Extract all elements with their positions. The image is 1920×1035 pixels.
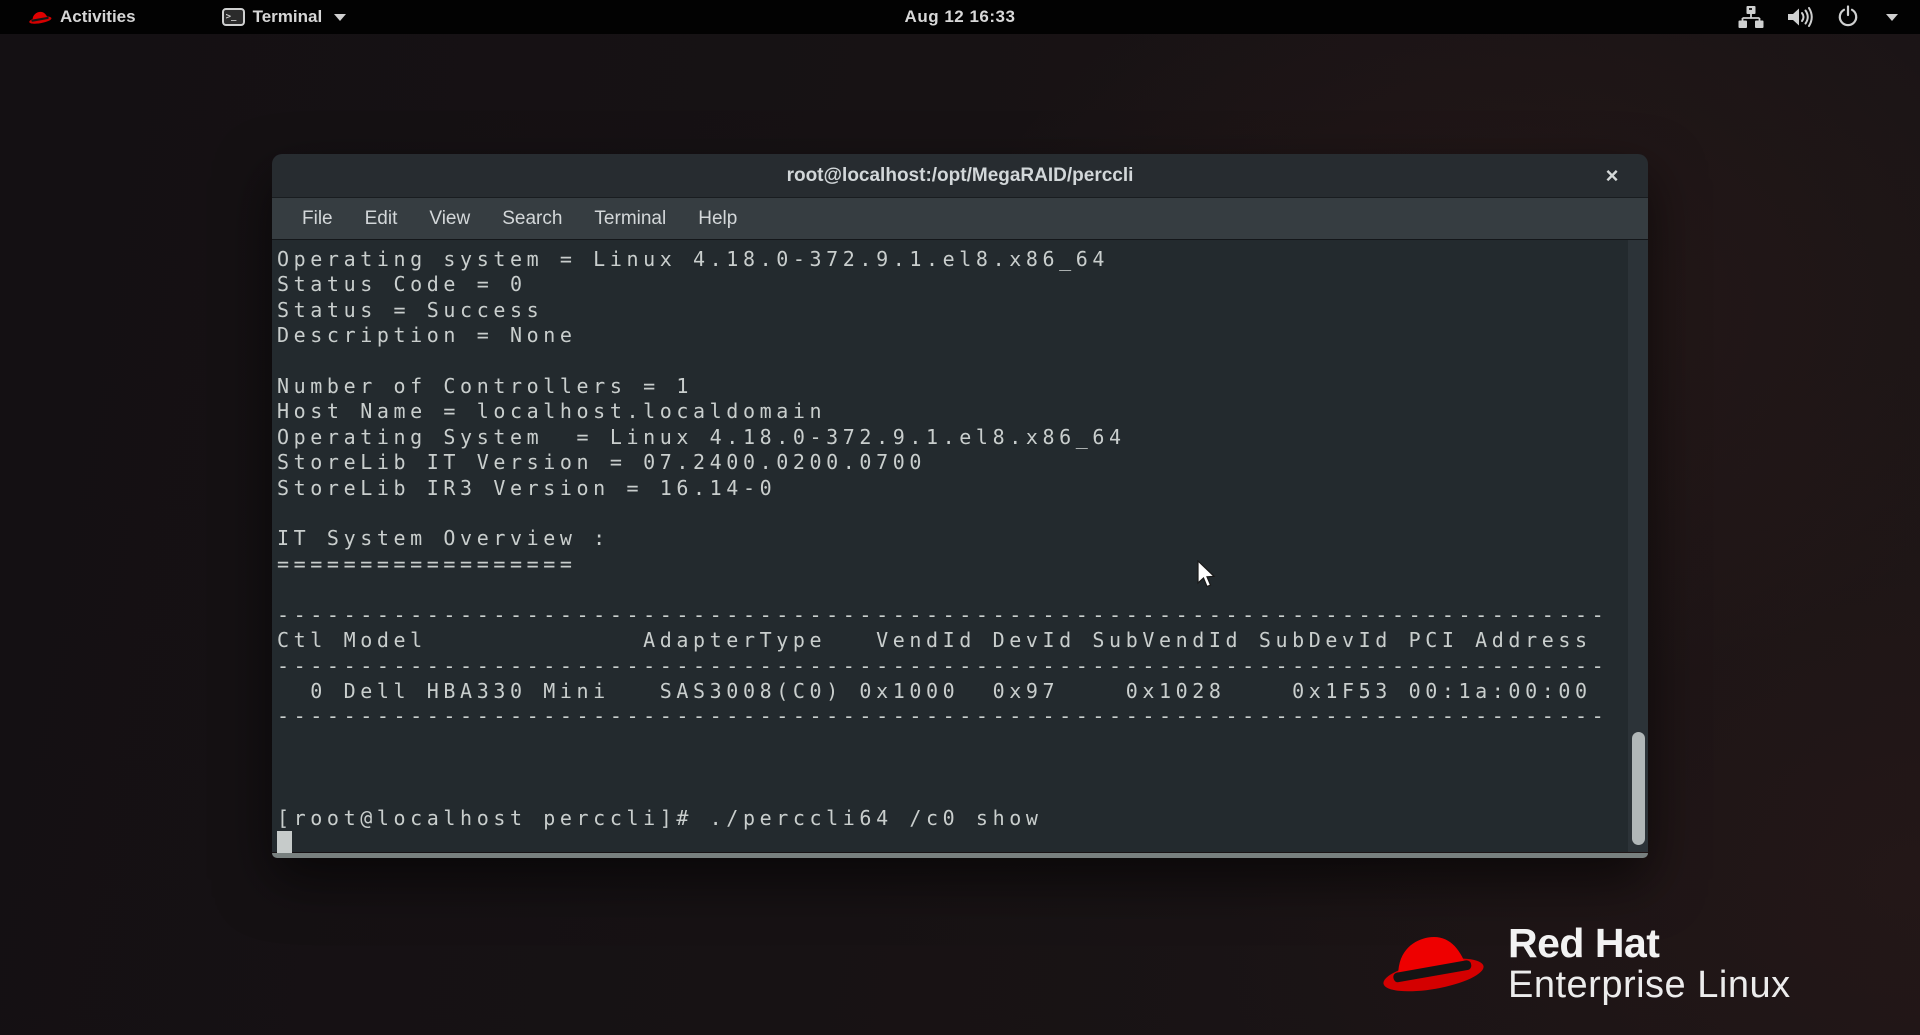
menu-view[interactable]: View (413, 198, 486, 240)
menu-help[interactable]: Help (682, 198, 753, 240)
menu-search[interactable]: Search (486, 198, 578, 240)
brand-product: Enterprise Linux (1508, 965, 1791, 1005)
window-title: root@localhost:/opt/MegaRAID/perccli (787, 165, 1134, 187)
top-bar: Activities >_ Terminal Aug 12 16:33 (0, 0, 1920, 34)
mouse-pointer (1196, 560, 1218, 595)
redhat-fedora-icon (28, 9, 52, 25)
terminal-cursor (277, 831, 292, 855)
power-icon[interactable] (1836, 5, 1860, 29)
terminal-app-icon: >_ (222, 8, 245, 26)
app-menu-label: Terminal (253, 7, 323, 27)
network-icon[interactable] (1738, 5, 1764, 29)
app-menu-terminal[interactable]: >_ Terminal (214, 0, 355, 34)
menu-file[interactable]: File (286, 198, 349, 240)
redhat-branding: Red Hat Enterprise Linux (1378, 922, 1791, 1006)
activities-label: Activities (60, 7, 136, 27)
redhat-fedora-logo-icon (1378, 924, 1486, 1003)
brand-name: Red Hat (1508, 922, 1791, 965)
menu-terminal[interactable]: Terminal (578, 198, 682, 240)
volume-icon[interactable] (1786, 5, 1814, 29)
system-menu-chevron-icon[interactable] (1886, 14, 1898, 21)
terminal-menubar: File Edit View Search Terminal Help (272, 198, 1648, 240)
menu-edit[interactable]: Edit (349, 198, 414, 240)
terminal-screen[interactable]: Operating system = Linux 4.18.0-372.9.1.… (272, 240, 1648, 852)
window-titlebar[interactable]: root@localhost:/opt/MegaRAID/perccli × (272, 154, 1648, 198)
scrollbar-thumb[interactable] (1632, 732, 1645, 845)
terminal-output: Operating system = Linux 4.18.0-372.9.1.… (272, 240, 1648, 852)
scrollbar-track[interactable] (1628, 240, 1648, 852)
chevron-down-icon (334, 14, 346, 21)
close-button[interactable]: × (1598, 162, 1626, 190)
activities-button[interactable]: Activities (20, 0, 144, 34)
terminal-window: root@localhost:/opt/MegaRAID/perccli × F… (272, 154, 1648, 858)
